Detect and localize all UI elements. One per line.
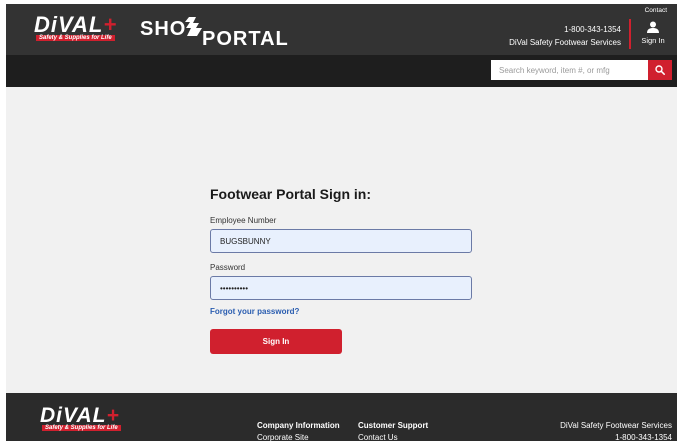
page-frame: DiVAL+ Safety & Supplies for Life SHO PO… bbox=[6, 4, 677, 441]
footer-service-info: DiVal Safety Footwear Services 1-800-343… bbox=[560, 421, 672, 441]
contact-us-link[interactable]: Contact Us bbox=[358, 433, 428, 441]
employee-number-label: Employee Number bbox=[210, 216, 277, 225]
search-button[interactable] bbox=[648, 60, 672, 80]
site-header: DiVAL+ Safety & Supplies for Life SHO PO… bbox=[6, 4, 677, 55]
footer-logo-tagline: Safety & Supplies for Life bbox=[42, 425, 121, 431]
contact-link[interactable]: Contact bbox=[645, 7, 667, 14]
search-icon bbox=[655, 65, 665, 75]
main-content: Footwear Portal Sign in: Employee Number… bbox=[6, 87, 677, 393]
password-input[interactable] bbox=[210, 276, 472, 300]
footer-company-info: Company Information Corporate Site bbox=[257, 421, 340, 441]
search-bar bbox=[491, 60, 672, 80]
portal-title-right: PORTAL bbox=[202, 28, 289, 50]
user-icon bbox=[647, 21, 659, 33]
forgot-password-link[interactable]: Forgot your password? bbox=[210, 307, 472, 316]
footer-logo[interactable]: DiVAL+ Safety & Supplies for Life bbox=[40, 405, 132, 435]
search-input[interactable] bbox=[491, 60, 648, 80]
portal-title-left: SHO bbox=[140, 18, 187, 40]
logo-text: DiVAL+ bbox=[34, 12, 118, 37]
nav-bar bbox=[6, 55, 677, 87]
header-sign-in-button[interactable]: Sign In bbox=[639, 20, 667, 50]
sign-in-form: Footwear Portal Sign in: Employee Number… bbox=[210, 186, 472, 354]
footer-company-heading: Company Information bbox=[257, 421, 340, 430]
corporate-site-link[interactable]: Corporate Site bbox=[257, 433, 340, 441]
footer-logo-text: DiVAL+ bbox=[40, 404, 120, 427]
dival-logo[interactable]: DiVAL+ Safety & Supplies for Life bbox=[34, 14, 126, 46]
footer-customer-support: Customer Support Contact Us bbox=[358, 421, 428, 441]
employee-number-input[interactable] bbox=[210, 229, 472, 253]
header-phone: 1-800-343-1354 bbox=[564, 25, 621, 34]
site-footer: DiVAL+ Safety & Supplies for Life Compan… bbox=[6, 393, 677, 441]
password-label: Password bbox=[210, 263, 246, 272]
header-service-name: DiVal Safety Footwear Services bbox=[509, 38, 621, 47]
header-sign-in-label: Sign In bbox=[641, 36, 665, 45]
footer-support-heading: Customer Support bbox=[358, 421, 429, 430]
footer-service-heading: DiVal Safety Footwear Services bbox=[560, 421, 672, 430]
sign-in-button[interactable]: Sign In bbox=[210, 329, 342, 354]
footer-phone: 1-800-343-1354 bbox=[615, 433, 672, 441]
form-title: Footwear Portal Sign in: bbox=[210, 186, 372, 202]
header-divider bbox=[629, 19, 631, 49]
logo-tagline: Safety & Supplies for Life bbox=[36, 35, 115, 41]
